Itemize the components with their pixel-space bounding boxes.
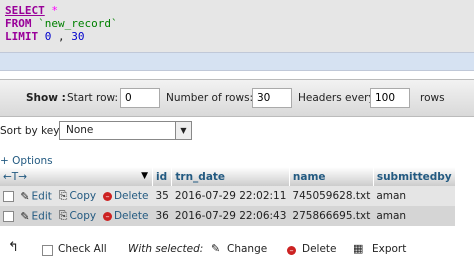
header-actions-cell: ←T→ ▼ bbox=[0, 167, 153, 186]
check-all-label[interactable]: Check All bbox=[58, 243, 107, 255]
edit-link[interactable]: Edit bbox=[32, 210, 52, 222]
arrow-up-icon: ↰ bbox=[8, 240, 19, 255]
table-row: ✎ Edit ⎘ Copy – Delete 35 2016-07-29 22:02:… bbox=[0, 186, 456, 206]
copy-link[interactable]: Copy bbox=[69, 190, 96, 202]
check-all-checkbox[interactable] bbox=[42, 245, 53, 256]
copy-icon: ⎘ bbox=[58, 189, 68, 202]
copy-link[interactable]: Copy bbox=[69, 210, 96, 222]
cell-id: 35 bbox=[152, 186, 172, 206]
delete-action[interactable]: – Delete bbox=[99, 206, 153, 226]
sql-limit-comma: , bbox=[58, 30, 65, 43]
cell-submittedby: aman bbox=[373, 206, 456, 226]
sql-from-keyword: FROM bbox=[5, 17, 32, 30]
edit-action[interactable]: ✎ Edit bbox=[17, 186, 56, 206]
export-icon: ▦ bbox=[353, 242, 364, 255]
cell-name: 745059628.txt bbox=[289, 186, 374, 206]
change-button[interactable]: Change bbox=[227, 243, 267, 255]
sql-select-keyword[interactable]: SELECT bbox=[5, 4, 45, 17]
headers-every-input[interactable] bbox=[370, 88, 410, 108]
sort-by-key-value: None bbox=[66, 124, 94, 136]
delete-icon: – bbox=[102, 211, 112, 221]
table-header-row: ←T→ ▼ id trn_date name submittedby bbox=[0, 167, 456, 186]
cell-id: 36 bbox=[152, 206, 172, 226]
delete-icon: – bbox=[287, 246, 296, 255]
row-checkbox-cell bbox=[0, 186, 18, 206]
sql-select-star: * bbox=[51, 4, 58, 17]
rows-label: rows bbox=[420, 92, 445, 104]
delete-button[interactable]: Delete bbox=[302, 243, 337, 255]
start-row-input[interactable] bbox=[120, 88, 160, 108]
sql-limit-count: 30 bbox=[71, 30, 85, 43]
table-row: ✎ Edit ⎘ Copy – Delete 36 2016-07-29 22:06:… bbox=[0, 206, 456, 226]
delete-link[interactable]: Delete bbox=[114, 190, 149, 202]
column-header-id[interactable]: id bbox=[152, 167, 173, 186]
copy-action[interactable]: ⎘ Copy bbox=[55, 186, 100, 206]
cell-trn-date: 2016-07-29 22:02:11 bbox=[171, 186, 290, 206]
number-of-rows-input[interactable] bbox=[252, 88, 292, 108]
delete-icon: – bbox=[102, 191, 112, 201]
number-of-rows-label: Number of rows: bbox=[166, 92, 254, 104]
sort-by-key-select[interactable]: None ▼ bbox=[59, 121, 192, 140]
sql-limit-offset: 0 bbox=[44, 30, 52, 43]
delete-link[interactable]: Delete bbox=[114, 210, 149, 222]
copy-action[interactable]: ⎘ Copy bbox=[55, 206, 100, 226]
options-link[interactable]: + Options bbox=[0, 155, 53, 167]
column-header-name[interactable]: name bbox=[289, 167, 374, 186]
row-checkbox[interactable] bbox=[3, 210, 14, 222]
sort-by-key-label: Sort by key: bbox=[0, 125, 63, 137]
query-toolbar-bar bbox=[0, 52, 474, 71]
show-label: Show : bbox=[26, 92, 66, 104]
row-checkbox[interactable] bbox=[3, 190, 14, 202]
delete-action[interactable]: – Delete bbox=[99, 186, 153, 206]
pencil-icon: ✎ bbox=[20, 189, 30, 203]
column-visibility-icon[interactable]: ▼ bbox=[141, 171, 148, 181]
column-header-submittedby[interactable]: submittedby bbox=[373, 167, 456, 186]
bulk-actions-bar: ↰ Check All With selected: ✎ Change – De… bbox=[0, 240, 474, 260]
column-arrows-icon[interactable]: ←T→ bbox=[3, 171, 27, 183]
edit-action[interactable]: ✎ Edit bbox=[17, 206, 56, 226]
sql-table-name: `new_record` bbox=[38, 17, 118, 30]
chevron-down-icon[interactable]: ▼ bbox=[175, 122, 191, 139]
export-button[interactable]: Export bbox=[372, 243, 406, 255]
row-checkbox-cell bbox=[0, 206, 18, 226]
column-header-trn-date[interactable]: trn_date bbox=[171, 167, 290, 186]
copy-icon: ⎘ bbox=[58, 209, 68, 222]
cell-name: 275866695.txt bbox=[289, 206, 374, 226]
headers-every-label: Headers every bbox=[298, 92, 375, 104]
with-selected-label: With selected: bbox=[128, 243, 204, 255]
navigation-bar: Show : Start row: Number of rows: Header… bbox=[0, 79, 474, 117]
pencil-icon: ✎ bbox=[20, 209, 30, 223]
pencil-icon: ✎ bbox=[211, 242, 221, 255]
results-table: ←T→ ▼ id trn_date name submittedby ✎ Edit… bbox=[0, 167, 456, 226]
start-row-label: Start row: bbox=[67, 92, 119, 104]
cell-trn-date: 2016-07-29 22:06:43 bbox=[171, 206, 290, 226]
cell-submittedby: aman bbox=[373, 186, 456, 206]
sql-query-box: SELECT * FROM `new_record` LIMIT 0 , 30 bbox=[0, 0, 474, 52]
sql-limit-keyword: LIMIT bbox=[5, 30, 39, 43]
edit-link[interactable]: Edit bbox=[32, 190, 52, 202]
